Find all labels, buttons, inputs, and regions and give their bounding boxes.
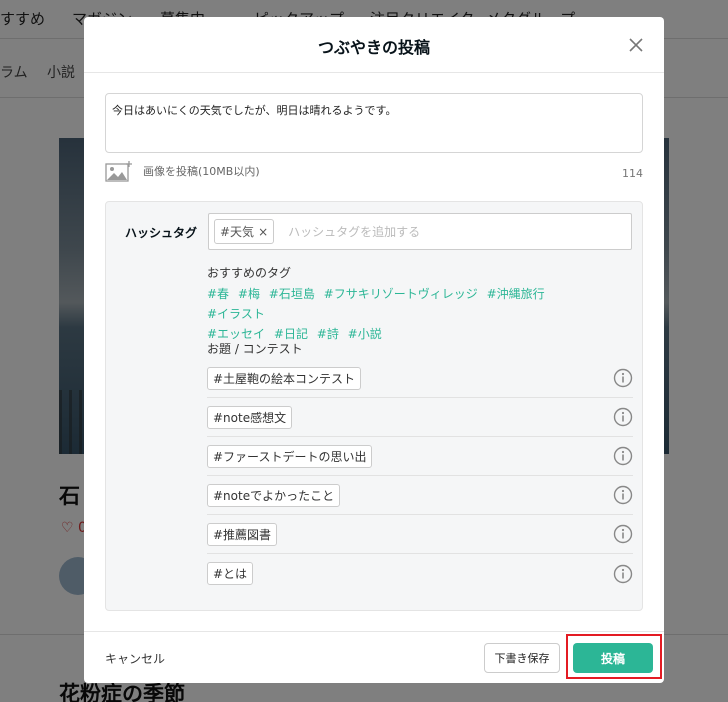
recommended-tag[interactable]: #フサキリゾートヴィレッジ [324,287,478,301]
info-icon[interactable] [613,485,633,505]
hashtag-chip: #天気 × [214,219,275,244]
contest-chip[interactable]: #土屋鞄の絵本コンテスト [207,366,362,390]
info-icon[interactable] [613,446,633,466]
contest-title: お題 / コンテスト [207,342,303,356]
image-add-icon [105,161,132,182]
hashtag-label: ハッシュタグ [125,226,198,240]
contest-chip[interactable]: #推薦図書 [207,522,278,546]
hashtag-input[interactable] [288,224,589,239]
recommended-tags-title: おすすめのタグ [207,266,292,280]
hashtag-panel: ハッシュタグ #天気 × おすすめのタグ #春 #梅 #石垣島 #フサキリゾート… [105,201,643,611]
hashtag-chip-label: #天気 [220,225,255,239]
info-icon[interactable] [613,524,633,544]
modal-title: つぶやきの投稿 [317,38,430,57]
recommended-tag[interactable]: #詩 [317,327,339,341]
recommended-tag[interactable]: #春 [207,287,229,301]
info-icon[interactable] [613,368,633,388]
contest-row: #土屋鞄の絵本コンテスト [207,359,633,398]
recommended-tag[interactable]: #石垣島 [269,287,315,301]
contest-chip[interactable]: #ファーストデートの思い出 [207,444,373,468]
info-icon[interactable] [613,407,633,427]
post-modal: つぶやきの投稿 画像を投稿(10MB以内) 114 ハッシュタグ #天気 × お… [84,17,664,683]
recommended-tag[interactable]: #イラスト [207,307,265,321]
contest-chip[interactable]: #noteでよかったこと [207,483,341,507]
cancel-button[interactable]: キャンセル [105,650,165,667]
post-textarea[interactable] [105,93,643,153]
contest-list: #土屋鞄の絵本コンテスト #note感想文 #ファーストデートの思い出 #not… [207,359,633,593]
info-icon[interactable] [613,564,633,584]
contest-row: #note感想文 [207,398,633,437]
contest-chip[interactable]: #note感想文 [207,405,293,429]
contest-row: #とは [207,554,633,593]
contest-row: #ファーストデートの思い出 [207,437,633,476]
contest-row: #推薦図書 [207,515,633,554]
close-icon[interactable] [626,35,646,55]
modal-header: つぶやきの投稿 [84,17,664,73]
post-button-highlight [566,634,662,679]
recommended-tag[interactable]: #日記 [274,327,308,341]
recommended-tag[interactable]: #沖縄旅行 [487,287,545,301]
recommended-tag[interactable]: #梅 [238,287,260,301]
recommended-tags: #春 #梅 #石垣島 #フサキリゾートヴィレッジ #沖縄旅行 #イラスト #エッ… [207,284,607,344]
char-count: 114 [622,167,643,180]
image-upload-button[interactable]: 画像を投稿(10MB以内) [105,159,260,183]
contest-row: #noteでよかったこと [207,476,633,515]
save-draft-button[interactable]: 下書き保存 [484,643,560,673]
recommended-tag[interactable]: #エッセイ [207,327,265,341]
contest-chip[interactable]: #とは [207,562,254,585]
hashtag-input-box[interactable]: #天気 × [208,213,632,250]
image-upload-label: 画像を投稿(10MB以内) [143,165,260,178]
remove-chip-icon[interactable]: × [258,225,268,239]
recommended-tag[interactable]: #小説 [348,327,382,341]
